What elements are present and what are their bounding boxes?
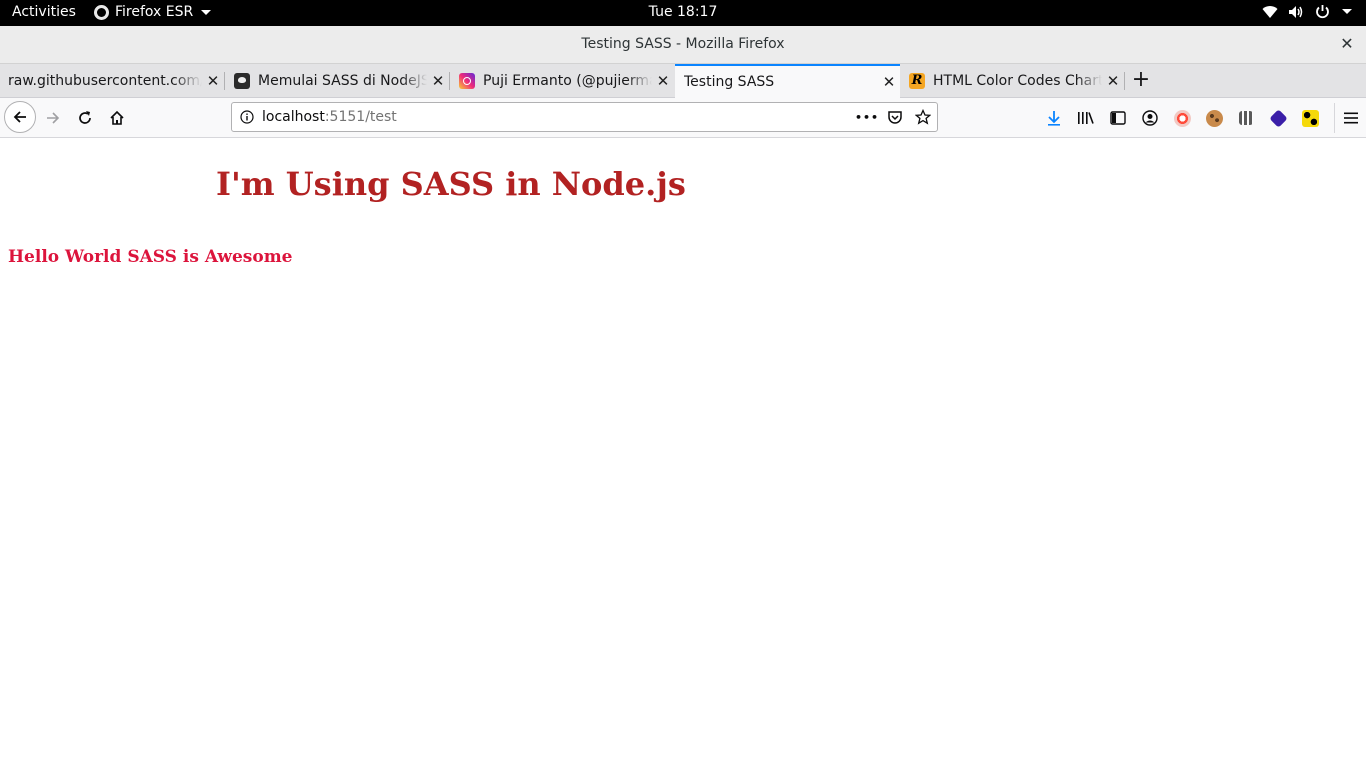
qr-code-icon xyxy=(1239,111,1253,125)
tab-close-icon[interactable]: ✕ xyxy=(878,73,900,91)
tab-separator xyxy=(1124,72,1125,90)
pocket-icon xyxy=(888,111,902,124)
bookmark-star-button[interactable] xyxy=(909,109,937,125)
home-icon xyxy=(110,110,124,125)
more-icon: ••• xyxy=(854,110,880,124)
reload-button[interactable] xyxy=(70,103,100,133)
extension-button[interactable] xyxy=(1198,103,1230,133)
tab-testing-sass[interactable]: Testing SASS ✕ xyxy=(675,64,900,98)
tab-html-color-codes[interactable]: R HTML Color Codes Chart ✕ xyxy=(901,64,1124,97)
tab-separator xyxy=(449,72,450,90)
tab-close-icon[interactable]: ✕ xyxy=(652,72,674,90)
system-top-bar: Activities Firefox ESR Tue 18:17 xyxy=(0,0,1366,26)
clock[interactable]: Tue 18:17 xyxy=(649,4,718,20)
tab-separator xyxy=(224,72,225,90)
library-icon xyxy=(1078,112,1094,124)
tab-close-icon[interactable]: ✕ xyxy=(1102,72,1124,90)
volume-icon xyxy=(1288,5,1305,19)
toolbar-right xyxy=(1038,103,1366,133)
url-path: :5151/test xyxy=(324,109,397,125)
window-close-button[interactable]: ✕ xyxy=(1338,35,1356,53)
firefox-icon xyxy=(94,4,109,20)
home-button[interactable] xyxy=(102,103,132,133)
tab-label: Memulai SASS di NodeJS xyxy=(258,72,427,89)
url-host: localhost xyxy=(262,109,325,125)
url-bar[interactable]: localhost:5151/test ••• xyxy=(231,102,938,132)
navigation-toolbar: localhost:5151/test ••• xyxy=(0,98,1366,138)
extension-button[interactable] xyxy=(1262,103,1294,133)
star-icon xyxy=(915,109,931,125)
tab-close-icon[interactable]: ✕ xyxy=(427,72,449,90)
downloads-button[interactable] xyxy=(1038,103,1070,133)
forward-arrow-icon xyxy=(47,112,60,124)
tab-raw-githubusercontent[interactable]: raw.githubusercontent.com/c ✕ xyxy=(0,64,224,97)
hamburger-menu-icon xyxy=(1343,112,1358,124)
site-info-icon[interactable] xyxy=(232,110,262,124)
main-menu-button[interactable] xyxy=(1334,103,1366,133)
r-favicon-icon: R xyxy=(909,72,925,89)
chevron-down-icon xyxy=(201,9,212,15)
wifi-icon xyxy=(1262,5,1278,19)
app-menu-label: Firefox ESR xyxy=(115,4,194,20)
page-content: I'm Using SASS in Node.js Hello World SA… xyxy=(0,139,1366,768)
new-tab-button[interactable]: + xyxy=(1128,68,1154,94)
yellow-extension-icon xyxy=(1301,109,1319,127)
library-button[interactable] xyxy=(1070,103,1102,133)
tab-label: Testing SASS xyxy=(684,74,775,90)
chevron-down-icon xyxy=(1342,9,1352,14)
url-text[interactable]: localhost:5151/test xyxy=(262,109,853,125)
tab-strip: raw.githubusercontent.com/c ✕ Memulai SA… xyxy=(0,64,1366,98)
sidebar-icon xyxy=(1110,111,1126,125)
extension-button[interactable] xyxy=(1166,103,1198,133)
reload-icon xyxy=(79,111,91,124)
extension-button[interactable] xyxy=(1294,103,1326,133)
app-menu[interactable]: Firefox ESR xyxy=(94,4,212,20)
tab-close-icon[interactable]: ✕ xyxy=(202,72,224,90)
tab-label: HTML Color Codes Chart xyxy=(933,72,1102,89)
sidebar-button[interactable] xyxy=(1102,103,1134,133)
forward-button[interactable] xyxy=(38,103,68,133)
tab-memulai-sass[interactable]: Memulai SASS di NodeJS ✕ xyxy=(226,64,449,97)
cookie-icon xyxy=(1205,109,1223,127)
power-icon xyxy=(1315,4,1330,19)
pocket-button[interactable] xyxy=(881,109,909,125)
tab-instagram[interactable]: Puji Ermanto (@pujierman ✕ xyxy=(451,64,674,97)
tab-label: raw.githubusercontent.com/c xyxy=(8,72,202,89)
cube-extension-icon xyxy=(1268,108,1288,128)
back-arrow-icon xyxy=(13,111,26,123)
page-paragraph: Hello World SASS is Awesome xyxy=(8,247,293,267)
account-button[interactable] xyxy=(1134,103,1166,133)
activities-button[interactable]: Activities xyxy=(12,4,76,20)
account-icon xyxy=(1142,110,1158,126)
window-titlebar: Testing SASS - Mozilla Firefox ✕ xyxy=(0,26,1366,64)
extension-button[interactable] xyxy=(1230,103,1262,133)
tab-label: Puji Ermanto (@pujierman xyxy=(483,72,652,89)
avatar-favicon-icon xyxy=(234,72,250,89)
target-extension-icon xyxy=(1173,109,1191,127)
download-icon xyxy=(1048,111,1060,126)
page-actions-button[interactable]: ••• xyxy=(853,111,881,124)
instagram-favicon-icon xyxy=(459,72,475,89)
system-tray[interactable] xyxy=(1262,4,1352,19)
window-title: Testing SASS - Mozilla Firefox xyxy=(581,36,785,52)
page-heading: I'm Using SASS in Node.js xyxy=(216,165,686,203)
back-button[interactable] xyxy=(4,101,36,133)
